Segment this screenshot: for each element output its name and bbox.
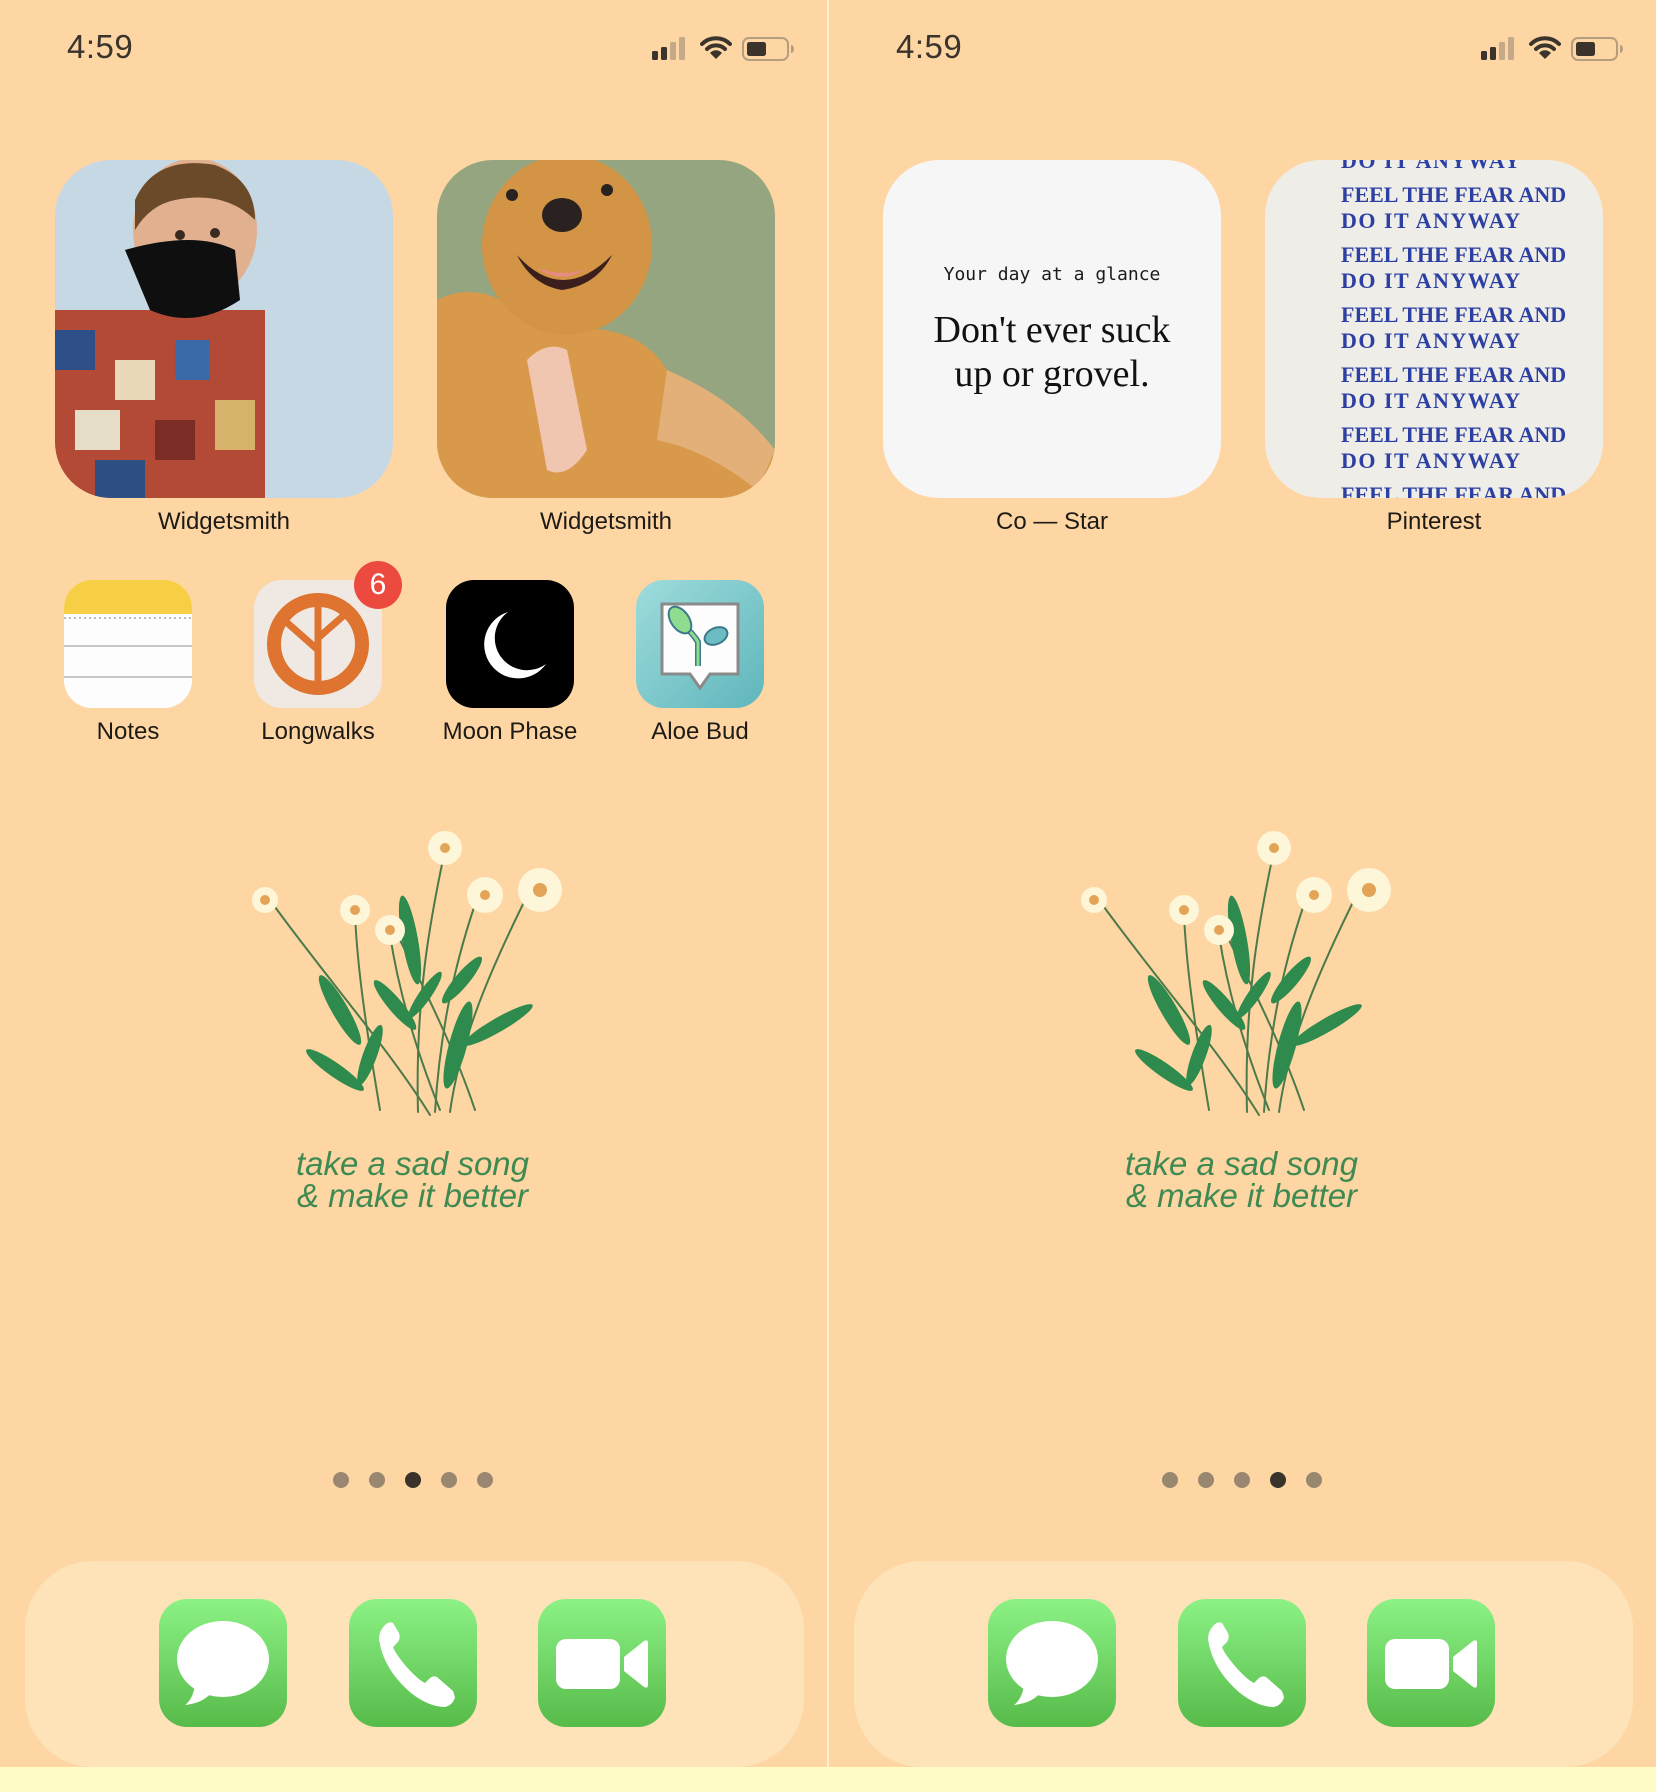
dock-facetime[interactable] [1367, 1599, 1495, 1727]
app-label: Notes [96, 718, 160, 745]
phone-handset-icon [379, 1622, 455, 1707]
caption-line: take a sad song [296, 1145, 529, 1182]
dock-messages[interactable] [159, 1599, 287, 1727]
app-label: Aloe Bud [651, 718, 749, 745]
speech-bubble-icon [177, 1621, 269, 1705]
speech-bubble-icon [1006, 1621, 1098, 1705]
app-moon-phase[interactable] [446, 580, 574, 708]
page-dot[interactable] [333, 1472, 349, 1488]
dock [25, 1561, 804, 1767]
widget-label: Widgetsmith [157, 508, 291, 535]
pinterest-text-line: FEEL THE FEAR AND [1341, 182, 1567, 207]
widget-label: Pinterest [1386, 508, 1482, 535]
page-dot[interactable] [1162, 1472, 1178, 1488]
pinterest-image-text: DO IT ANYWAY FEEL THE FEAR AND DO IT ANYWA… [1341, 160, 1581, 498]
dock-facetime[interactable] [538, 1599, 666, 1727]
home-screen-page-3: 4:59 Widgetsmith Widgetsmith Notes 6 Lon… [0, 0, 827, 1767]
app-aloe-bud[interactable] [636, 580, 764, 708]
page-dot[interactable] [1306, 1472, 1322, 1488]
pinterest-text-line: FEEL THE FEAR AND [1341, 482, 1567, 498]
co-star-widget[interactable]: Your day at a glance Don't ever suck up … [883, 160, 1221, 498]
widget-label: Co — Star [995, 508, 1109, 535]
widget-label: Widgetsmith [539, 508, 673, 535]
app-label: Longwalks [261, 718, 375, 745]
dock-phone[interactable] [349, 1599, 477, 1727]
status-time: 4:59 [67, 28, 134, 65]
daisy-flowers-illustration [1080, 830, 1392, 1116]
widgetsmith-photo-widget[interactable] [437, 160, 775, 498]
caption-line: & make it better [296, 1177, 529, 1214]
pinterest-widget[interactable]: DO IT ANYWAY FEEL THE FEAR AND DO IT ANYWA… [1265, 160, 1603, 498]
costar-quote: Don't ever suck up or grovel. [883, 308, 1221, 396]
pinterest-text-line: DO IT ANYWAY [1341, 328, 1522, 353]
status-icons [652, 35, 797, 63]
pinterest-text-line: FEEL THE FEAR AND [1341, 302, 1567, 327]
notes-icon [64, 580, 192, 708]
phone-handset-icon [1208, 1622, 1284, 1707]
wallpaper-caption: take a sad song & make it better [1029, 1145, 1454, 1214]
person-photo [55, 160, 265, 498]
daisy-flowers-illustration [251, 830, 563, 1116]
pinterest-text-line: DO IT ANYWAY [1341, 388, 1522, 413]
dog-photo [437, 160, 775, 498]
page-dot-active[interactable] [405, 1472, 421, 1488]
costar-heading: Your day at a glance [943, 264, 1161, 285]
app-label: Moon Phase [442, 718, 578, 745]
pinterest-text-line: DO IT ANYWAY [1341, 448, 1522, 473]
status-icons [1481, 35, 1626, 63]
pinterest-text-line: FEEL THE FEAR AND [1341, 242, 1567, 267]
wallpaper-caption: take a sad song & make it better [200, 1145, 625, 1214]
widgetsmith-photo-widget[interactable] [55, 160, 393, 498]
video-camera-icon [1385, 1639, 1477, 1689]
notification-badge: 6 [354, 561, 402, 609]
bottom-strip [0, 1767, 1656, 1792]
home-screen-page-4: 4:59 Your day at a glance Don't ever suc… [829, 0, 1656, 1767]
wifi-icon [1529, 36, 1561, 59]
quote-line: up or grovel. [954, 353, 1150, 395]
dock-phone[interactable] [1178, 1599, 1306, 1727]
pinterest-text-line: DO IT ANYWAY [1341, 268, 1522, 293]
caption-line: & make it better [1125, 1177, 1358, 1214]
sprout-bubble-icon [660, 602, 740, 691]
wifi-icon [700, 36, 732, 59]
caption-line: take a sad song [1125, 1145, 1358, 1182]
crescent-moon-icon [484, 612, 546, 679]
battery-icon [742, 37, 794, 61]
page-indicator[interactable] [1162, 1472, 1332, 1488]
page-dot[interactable] [1198, 1472, 1214, 1488]
page-dot[interactable] [441, 1472, 457, 1488]
pinterest-text-line: DO IT ANYWAY [1341, 160, 1522, 173]
status-time: 4:59 [896, 28, 963, 65]
page-dot-active[interactable] [1270, 1472, 1286, 1488]
quote-line: Don't ever suck [933, 309, 1171, 351]
page-dot[interactable] [1234, 1472, 1250, 1488]
pinterest-text-line: FEEL THE FEAR AND [1341, 362, 1567, 387]
page-dot[interactable] [477, 1472, 493, 1488]
page-dot[interactable] [369, 1472, 385, 1488]
pinterest-text-line: FEEL THE FEAR AND [1341, 422, 1567, 447]
dock-messages[interactable] [988, 1599, 1116, 1727]
app-notes[interactable] [64, 580, 192, 708]
video-camera-icon [556, 1639, 648, 1689]
battery-icon [1571, 37, 1623, 61]
dock [854, 1561, 1633, 1767]
page-indicator[interactable] [333, 1472, 503, 1488]
pinterest-text-line: DO IT ANYWAY [1341, 208, 1522, 233]
